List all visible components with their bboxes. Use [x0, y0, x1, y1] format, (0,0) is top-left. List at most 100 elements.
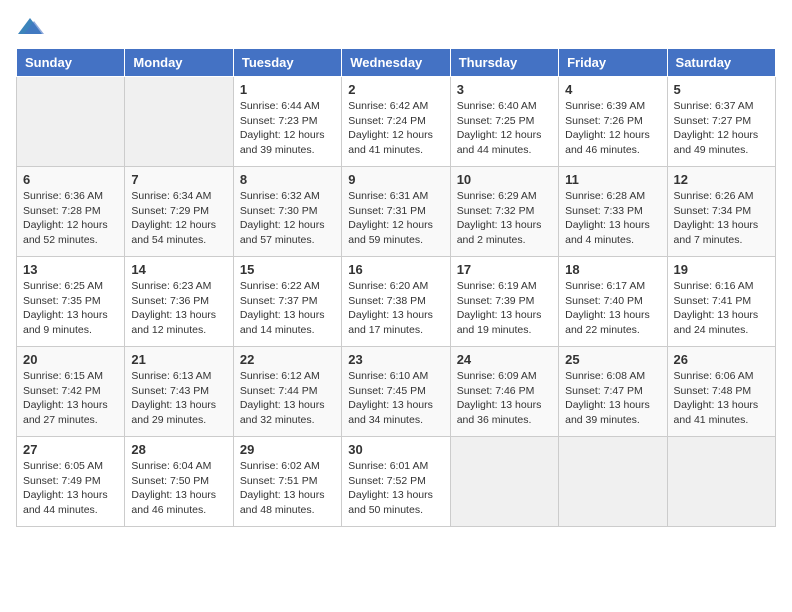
day-info: Sunrise: 6:08 AM Sunset: 7:47 PM Dayligh…	[565, 369, 660, 428]
day-number: 24	[457, 352, 552, 367]
day-info: Sunrise: 6:17 AM Sunset: 7:40 PM Dayligh…	[565, 279, 660, 338]
calendar-cell	[450, 437, 558, 527]
calendar-cell: 19 Sunrise: 6:16 AM Sunset: 7:41 PM Dayli…	[667, 257, 775, 347]
calendar-cell: 15 Sunrise: 6:22 AM Sunset: 7:37 PM Dayli…	[233, 257, 341, 347]
day-info: Sunrise: 6:02 AM Sunset: 7:51 PM Dayligh…	[240, 459, 335, 518]
calendar-cell: 9 Sunrise: 6:31 AM Sunset: 7:31 PM Daylig…	[342, 167, 450, 257]
calendar-cell: 21 Sunrise: 6:13 AM Sunset: 7:43 PM Dayli…	[125, 347, 233, 437]
day-number: 11	[565, 172, 660, 187]
calendar-week-row: 6 Sunrise: 6:36 AM Sunset: 7:28 PM Daylig…	[17, 167, 776, 257]
calendar-table: SundayMondayTuesdayWednesdayThursdayFrid…	[16, 48, 776, 527]
calendar-cell: 6 Sunrise: 6:36 AM Sunset: 7:28 PM Daylig…	[17, 167, 125, 257]
day-info: Sunrise: 6:16 AM Sunset: 7:41 PM Dayligh…	[674, 279, 769, 338]
calendar-week-row: 1 Sunrise: 6:44 AM Sunset: 7:23 PM Daylig…	[17, 77, 776, 167]
day-number: 1	[240, 82, 335, 97]
calendar-cell	[125, 77, 233, 167]
calendar-cell: 4 Sunrise: 6:39 AM Sunset: 7:26 PM Daylig…	[559, 77, 667, 167]
calendar-week-row: 27 Sunrise: 6:05 AM Sunset: 7:49 PM Dayli…	[17, 437, 776, 527]
weekday-header-wednesday: Wednesday	[342, 49, 450, 77]
day-number: 5	[674, 82, 769, 97]
calendar-header-row: SundayMondayTuesdayWednesdayThursdayFrid…	[17, 49, 776, 77]
day-info: Sunrise: 6:32 AM Sunset: 7:30 PM Dayligh…	[240, 189, 335, 248]
day-number: 29	[240, 442, 335, 457]
page-header	[16, 16, 776, 38]
day-number: 10	[457, 172, 552, 187]
calendar-cell: 30 Sunrise: 6:01 AM Sunset: 7:52 PM Dayli…	[342, 437, 450, 527]
logo-icon	[16, 16, 44, 38]
day-number: 12	[674, 172, 769, 187]
calendar-cell: 26 Sunrise: 6:06 AM Sunset: 7:48 PM Dayli…	[667, 347, 775, 437]
day-number: 18	[565, 262, 660, 277]
day-number: 17	[457, 262, 552, 277]
calendar-cell: 24Sunrise: 6:09 AM Sunset: 7:46 PM Dayli…	[450, 347, 558, 437]
day-number: 2	[348, 82, 443, 97]
day-number: 26	[674, 352, 769, 367]
calendar-cell: 8 Sunrise: 6:32 AM Sunset: 7:30 PM Daylig…	[233, 167, 341, 257]
calendar-cell: 22Sunrise: 6:12 AM Sunset: 7:44 PM Dayli…	[233, 347, 341, 437]
day-number: 22	[240, 352, 335, 367]
calendar-cell: 27 Sunrise: 6:05 AM Sunset: 7:49 PM Dayli…	[17, 437, 125, 527]
calendar-cell: 5Sunrise: 6:37 AM Sunset: 7:27 PM Daylig…	[667, 77, 775, 167]
day-number: 21	[131, 352, 226, 367]
day-info: Sunrise: 6:28 AM Sunset: 7:33 PM Dayligh…	[565, 189, 660, 248]
calendar-cell: 28 Sunrise: 6:04 AM Sunset: 7:50 PM Dayli…	[125, 437, 233, 527]
day-info: Sunrise: 6:44 AM Sunset: 7:23 PM Dayligh…	[240, 99, 335, 158]
day-info: Sunrise: 6:36 AM Sunset: 7:28 PM Dayligh…	[23, 189, 118, 248]
weekday-header-thursday: Thursday	[450, 49, 558, 77]
day-info: Sunrise: 6:22 AM Sunset: 7:37 PM Dayligh…	[240, 279, 335, 338]
calendar-cell	[559, 437, 667, 527]
day-info: Sunrise: 6:31 AM Sunset: 7:31 PM Dayligh…	[348, 189, 443, 248]
logo	[16, 16, 48, 38]
day-info: Sunrise: 6:25 AM Sunset: 7:35 PM Dayligh…	[23, 279, 118, 338]
day-info: Sunrise: 6:04 AM Sunset: 7:50 PM Dayligh…	[131, 459, 226, 518]
calendar-cell: 12 Sunrise: 6:26 AM Sunset: 7:34 PM Dayli…	[667, 167, 775, 257]
weekday-header-friday: Friday	[559, 49, 667, 77]
day-info: Sunrise: 6:13 AM Sunset: 7:43 PM Dayligh…	[131, 369, 226, 428]
day-number: 27	[23, 442, 118, 457]
day-number: 8	[240, 172, 335, 187]
day-info: Sunrise: 6:20 AM Sunset: 7:38 PM Dayligh…	[348, 279, 443, 338]
day-info: Sunrise: 6:05 AM Sunset: 7:49 PM Dayligh…	[23, 459, 118, 518]
day-info: Sunrise: 6:23 AM Sunset: 7:36 PM Dayligh…	[131, 279, 226, 338]
day-info: Sunrise: 6:06 AM Sunset: 7:48 PM Dayligh…	[674, 369, 769, 428]
calendar-week-row: 13 Sunrise: 6:25 AM Sunset: 7:35 PM Dayli…	[17, 257, 776, 347]
calendar-cell: 18 Sunrise: 6:17 AM Sunset: 7:40 PM Dayli…	[559, 257, 667, 347]
weekday-header-monday: Monday	[125, 49, 233, 77]
calendar-cell: 25Sunrise: 6:08 AM Sunset: 7:47 PM Dayli…	[559, 347, 667, 437]
calendar-cell: 1 Sunrise: 6:44 AM Sunset: 7:23 PM Daylig…	[233, 77, 341, 167]
day-number: 7	[131, 172, 226, 187]
calendar-cell: 10 Sunrise: 6:29 AM Sunset: 7:32 PM Dayli…	[450, 167, 558, 257]
calendar-week-row: 20Sunrise: 6:15 AM Sunset: 7:42 PM Dayli…	[17, 347, 776, 437]
day-info: Sunrise: 6:10 AM Sunset: 7:45 PM Dayligh…	[348, 369, 443, 428]
day-number: 3	[457, 82, 552, 97]
calendar-cell: 17 Sunrise: 6:19 AM Sunset: 7:39 PM Dayli…	[450, 257, 558, 347]
calendar-cell: 11 Sunrise: 6:28 AM Sunset: 7:33 PM Dayli…	[559, 167, 667, 257]
day-info: Sunrise: 6:39 AM Sunset: 7:26 PM Dayligh…	[565, 99, 660, 158]
day-info: Sunrise: 6:01 AM Sunset: 7:52 PM Dayligh…	[348, 459, 443, 518]
weekday-header-tuesday: Tuesday	[233, 49, 341, 77]
calendar-cell	[17, 77, 125, 167]
day-info: Sunrise: 6:29 AM Sunset: 7:32 PM Dayligh…	[457, 189, 552, 248]
calendar-cell: 2 Sunrise: 6:42 AM Sunset: 7:24 PM Daylig…	[342, 77, 450, 167]
calendar-cell: 7Sunrise: 6:34 AM Sunset: 7:29 PM Daylig…	[125, 167, 233, 257]
day-number: 4	[565, 82, 660, 97]
day-number: 6	[23, 172, 118, 187]
weekday-header-sunday: Sunday	[17, 49, 125, 77]
day-info: Sunrise: 6:26 AM Sunset: 7:34 PM Dayligh…	[674, 189, 769, 248]
day-number: 30	[348, 442, 443, 457]
day-info: Sunrise: 6:42 AM Sunset: 7:24 PM Dayligh…	[348, 99, 443, 158]
day-number: 13	[23, 262, 118, 277]
calendar-cell: 23Sunrise: 6:10 AM Sunset: 7:45 PM Dayli…	[342, 347, 450, 437]
weekday-header-saturday: Saturday	[667, 49, 775, 77]
day-number: 15	[240, 262, 335, 277]
day-number: 28	[131, 442, 226, 457]
calendar-cell: 13 Sunrise: 6:25 AM Sunset: 7:35 PM Dayli…	[17, 257, 125, 347]
calendar-cell: 16 Sunrise: 6:20 AM Sunset: 7:38 PM Dayli…	[342, 257, 450, 347]
day-number: 9	[348, 172, 443, 187]
calendar-cell	[667, 437, 775, 527]
day-number: 14	[131, 262, 226, 277]
day-number: 16	[348, 262, 443, 277]
day-info: Sunrise: 6:19 AM Sunset: 7:39 PM Dayligh…	[457, 279, 552, 338]
calendar-cell: 29 Sunrise: 6:02 AM Sunset: 7:51 PM Dayli…	[233, 437, 341, 527]
day-number: 19	[674, 262, 769, 277]
